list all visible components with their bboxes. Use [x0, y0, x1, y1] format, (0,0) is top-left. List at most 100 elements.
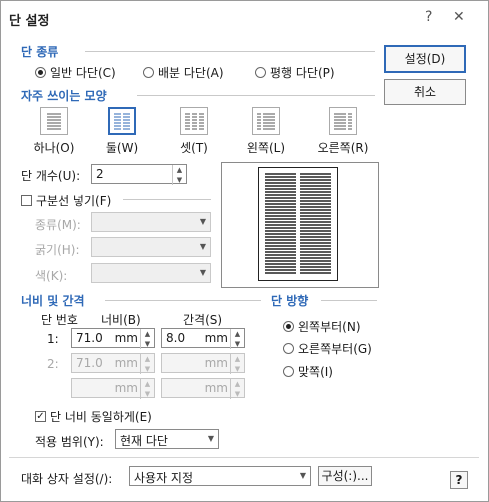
width-spacing-heading: 너비 및 간격 — [21, 294, 85, 308]
preset-two[interactable]: 둘(W) — [97, 107, 147, 156]
title-bar: 단 설정 ? ✕ — [1, 1, 488, 35]
row-number: 2: — [47, 357, 59, 371]
layout-preview — [221, 162, 379, 288]
direction-divider — [321, 300, 377, 301]
radio-indicator — [35, 67, 46, 78]
preset-label: 오른쪽(R) — [317, 141, 369, 155]
radio-label: 맞쪽(I) — [298, 365, 333, 379]
help-button[interactable]: ? — [450, 471, 468, 489]
spacing-unit: mm — [204, 356, 228, 370]
column-count-value: 2 — [96, 167, 104, 181]
header-column-number: 단 번호 — [41, 313, 78, 327]
dialog-settings-label: 대화 상자 설정(/): — [21, 472, 113, 486]
spacing-spinner[interactable]: ▲ ▼ — [230, 379, 244, 399]
radio-indicator — [255, 67, 266, 78]
radio-parallel-columns[interactable]: 평행 다단(P) — [255, 64, 335, 81]
preview-columns — [265, 173, 331, 274]
divider-group-rule — [123, 199, 211, 200]
preset-right-icon — [329, 107, 357, 135]
spacing-input-3[interactable]: mm ▲ ▼ — [161, 378, 245, 399]
preset-one-icon — [40, 107, 68, 135]
preset-three[interactable]: 셋(T) — [169, 107, 219, 156]
radio-normal-columns[interactable]: 일반 다단(C) — [35, 64, 116, 81]
radio-indicator — [283, 343, 294, 354]
footer-divider — [9, 457, 479, 458]
preset-label: 왼쪽(L) — [246, 141, 286, 155]
width-unit: mm — [114, 331, 138, 345]
width-spacing-divider — [105, 300, 261, 301]
apply-scope-select[interactable]: 현재 다단 ▼ — [115, 429, 219, 449]
width-unit: mm — [114, 381, 138, 395]
preset-three-icon — [180, 107, 208, 135]
divider-thickness-select[interactable]: ▼ — [91, 237, 211, 257]
radio-indicator — [283, 321, 294, 332]
preset-left-icon — [252, 107, 280, 135]
width-spinner[interactable]: ▲ ▼ — [140, 354, 154, 374]
preset-right[interactable]: 오른쪽(R) — [313, 107, 373, 156]
chevron-down-icon: ▼ — [199, 242, 206, 251]
width-input-1[interactable]: 71.0 mm ▲ ▼ — [71, 328, 155, 349]
header-width: 너비(B) — [101, 313, 141, 327]
radio-left-to-right[interactable]: 왼쪽부터(N) — [283, 318, 361, 335]
ok-button[interactable]: 설정(D) — [384, 45, 466, 73]
chevron-down-icon: ▼ — [207, 434, 214, 443]
radio-label: 오른쪽부터(G) — [298, 342, 372, 356]
divider-type-label: 종류(M): — [35, 218, 81, 232]
column-type-divider — [85, 51, 375, 52]
checkbox-label: 구분선 넣기(F) — [36, 194, 112, 208]
divider-checkbox[interactable]: 구분선 넣기(F) — [21, 192, 111, 209]
help-title-button[interactable]: ? — [425, 9, 432, 25]
width-spinner[interactable]: ▲ ▼ — [140, 379, 154, 399]
preset-label: 둘(W) — [105, 141, 139, 155]
radio-label: 일반 다단(C) — [50, 66, 116, 80]
chevron-down-icon: ▼ — [299, 471, 306, 480]
presets-heading: 자주 쓰이는 모양 — [21, 89, 107, 103]
close-button[interactable]: ✕ — [453, 9, 465, 25]
dialog-settings-value: 사용자 지정 — [134, 471, 194, 485]
divider-color-label: 색(K): — [35, 269, 68, 283]
preset-two-icon — [108, 107, 136, 135]
column-type-heading: 단 종류 — [21, 45, 59, 59]
direction-heading: 단 방향 — [271, 294, 309, 308]
preset-left[interactable]: 왼쪽(L) — [241, 107, 291, 156]
width-value: 71.0 — [76, 356, 103, 370]
width-unit: mm — [114, 356, 138, 370]
width-value: 71.0 — [76, 331, 103, 345]
radio-right-to-left[interactable]: 오른쪽부터(G) — [283, 340, 372, 357]
column-count-label: 단 개수(U): — [21, 169, 81, 183]
spacing-input-1[interactable]: 8.0 mm ▲ ▼ — [161, 328, 245, 349]
spacing-value: 8.0 — [166, 331, 186, 345]
apply-scope-value: 현재 다단 — [120, 434, 168, 448]
width-input-3[interactable]: mm ▲ ▼ — [71, 378, 155, 399]
divider-color-select[interactable]: ▼ — [91, 263, 211, 283]
configure-button[interactable]: 구성(:)... — [318, 466, 372, 486]
spacing-input-2[interactable]: mm ▲ ▼ — [161, 353, 245, 374]
spacing-spinner[interactable]: ▲ ▼ — [230, 329, 244, 349]
radio-label: 평행 다단(P) — [270, 66, 335, 80]
preview-page — [258, 167, 338, 281]
checkbox-indicator: ✓ — [35, 411, 46, 422]
equal-width-checkbox[interactable]: ✓ 단 너비 동일하게(E) — [35, 408, 152, 425]
spacing-unit: mm — [204, 331, 228, 345]
chevron-down-icon: ▼ — [199, 217, 206, 226]
radio-label: 배분 다단(A) — [158, 66, 224, 80]
width-spinner[interactable]: ▲ ▼ — [140, 329, 154, 349]
chevron-down-icon: ▼ — [199, 268, 206, 277]
spacing-spinner[interactable]: ▲ ▼ — [230, 354, 244, 374]
divider-type-select[interactable]: ▼ — [91, 212, 211, 232]
presets-divider — [137, 95, 375, 96]
column-settings-dialog: 단 설정 ? ✕ 단 종류 일반 다단(C) 배분 다단(A) 평행 다단(P)… — [0, 0, 489, 502]
preset-label: 셋(T) — [180, 141, 208, 155]
column-count-spinner[interactable]: ▲ ▼ — [172, 165, 186, 185]
radio-indicator — [143, 67, 154, 78]
radio-distributed-columns[interactable]: 배분 다단(A) — [143, 64, 224, 81]
checkbox-indicator — [21, 195, 32, 206]
radio-facing-pages[interactable]: 맞쪽(I) — [283, 363, 333, 380]
width-input-2[interactable]: 71.0 mm ▲ ▼ — [71, 353, 155, 374]
dialog-settings-select[interactable]: 사용자 지정 ▼ — [129, 466, 311, 486]
dialog-title: 단 설정 — [9, 14, 50, 29]
column-count-input[interactable]: 2 ▲ ▼ — [91, 164, 187, 185]
preset-one[interactable]: 하나(O) — [29, 107, 79, 156]
checkbox-label: 단 너비 동일하게(E) — [50, 410, 152, 424]
cancel-button[interactable]: 취소 — [384, 79, 466, 105]
